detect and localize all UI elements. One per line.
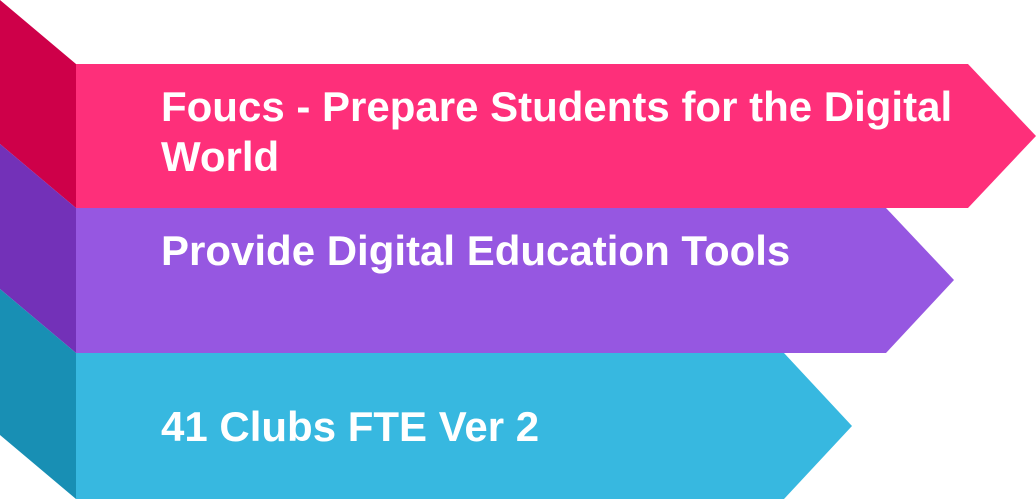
step-3-label: 41 Clubs FTE Ver 2 <box>161 403 540 450</box>
ribbon-steps-diagram: Foucs - Prepare Students for the Digital… <box>0 0 1036 499</box>
step-2-label: Provide Digital Education Tools <box>161 227 791 274</box>
step-1-label: Foucs - Prepare Students for the Digital… <box>161 83 953 180</box>
